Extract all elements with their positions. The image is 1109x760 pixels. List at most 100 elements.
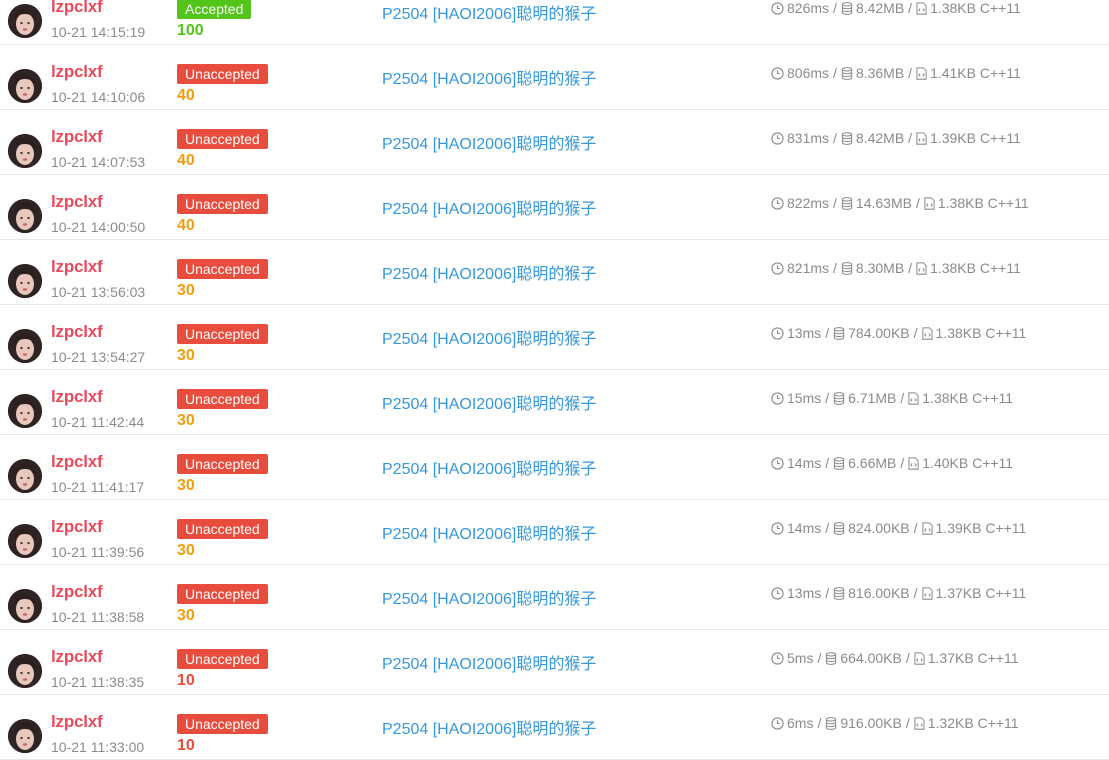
submission-row: lzpclxf 10-21 11:33:00 Unaccepted 10 P25… [0, 695, 1109, 760]
username-link[interactable]: lzpclxf [51, 0, 103, 17]
database-icon [841, 2, 853, 18]
problem-link[interactable]: P2504 [HAOI2006]聪明的猴子 [382, 650, 596, 674]
clock-icon [771, 197, 784, 213]
database-icon [841, 197, 853, 213]
status-badge[interactable]: Unaccepted [177, 649, 268, 669]
submission-row: lzpclxf 10-21 11:38:35 Unaccepted 10 P25… [0, 630, 1109, 695]
problem-link[interactable]: P2504 [HAOI2006]聪明的猴子 [382, 130, 596, 154]
score: 10 [177, 672, 195, 689]
problem-link[interactable]: P2504 [HAOI2006]聪明的猴子 [382, 520, 596, 544]
score: 40 [177, 152, 195, 169]
code-file-icon [921, 327, 933, 343]
status-badge[interactable]: Unaccepted [177, 714, 268, 734]
submission-stats: 806ms/8.36MB/1.41KB C++11 [771, 65, 1021, 83]
code-size[interactable]: 1.32KB C++11 [928, 715, 1019, 731]
submission-row: lzpclxf 10-21 14:07:53 Unaccepted 40 P25… [0, 110, 1109, 175]
memory: 8.30MB [855, 260, 905, 276]
username-link[interactable]: lzpclxf [51, 387, 103, 407]
user-avatar[interactable] [8, 134, 42, 168]
status-badge[interactable]: Accepted [177, 0, 252, 19]
username-link[interactable]: lzpclxf [51, 192, 103, 212]
username-link[interactable]: lzpclxf [51, 257, 103, 277]
submission-row: lzpclxf 10-21 13:54:27 Unaccepted 30 P25… [0, 305, 1109, 370]
user-avatar[interactable] [8, 524, 42, 558]
status-badge[interactable]: Unaccepted [177, 454, 268, 474]
code-size[interactable]: 1.37KB C++11 [928, 650, 1019, 666]
clock-icon [771, 67, 784, 83]
code-size[interactable]: 1.39KB C++11 [936, 520, 1027, 536]
submission-stats: 5ms/664.00KB/1.37KB C++11 [771, 650, 1019, 668]
code-size[interactable]: 1.39KB C++11 [930, 130, 1021, 146]
user-avatar[interactable] [8, 719, 42, 753]
runtime: 14ms [787, 455, 822, 471]
score: 30 [177, 542, 195, 559]
code-size[interactable]: 1.38KB C++11 [930, 0, 1021, 16]
problem-link[interactable]: P2504 [HAOI2006]聪明的猴子 [382, 455, 596, 479]
code-size[interactable]: 1.38KB C++11 [930, 260, 1021, 276]
user-avatar[interactable] [8, 199, 42, 233]
problem-link[interactable]: P2504 [HAOI2006]聪明的猴子 [382, 585, 596, 609]
username-link[interactable]: lzpclxf [51, 322, 103, 342]
clock-icon [771, 587, 784, 603]
code-size[interactable]: 1.40KB C++11 [922, 455, 1013, 471]
problem-link[interactable]: P2504 [HAOI2006]聪明的猴子 [382, 325, 596, 349]
user-avatar[interactable] [8, 4, 42, 38]
user-avatar[interactable] [8, 264, 42, 298]
code-size[interactable]: 1.38KB C++11 [936, 325, 1027, 341]
user-avatar[interactable] [8, 69, 42, 103]
submit-time: 10-21 13:56:03 [51, 284, 146, 300]
runtime: 821ms [787, 260, 830, 276]
submit-time: 10-21 14:00:50 [51, 219, 146, 235]
runtime: 831ms [787, 130, 830, 146]
problem-link[interactable]: P2504 [HAOI2006]聪明的猴子 [382, 195, 596, 219]
status-badge[interactable]: Unaccepted [177, 194, 268, 214]
memory: 14.63MB [855, 195, 912, 211]
status-badge[interactable]: Unaccepted [177, 584, 268, 604]
database-icon [841, 132, 853, 148]
user-avatar[interactable] [8, 589, 42, 623]
user-avatar[interactable] [8, 654, 42, 688]
username-link[interactable]: lzpclxf [51, 712, 103, 732]
user-avatar[interactable] [8, 394, 42, 428]
runtime: 826ms [787, 0, 830, 16]
memory: 8.36MB [855, 65, 905, 81]
code-size[interactable]: 1.41KB C++11 [930, 65, 1021, 81]
username-link[interactable]: lzpclxf [51, 647, 103, 667]
status-badge[interactable]: Unaccepted [177, 519, 268, 539]
score: 10 [177, 737, 195, 754]
status-badge[interactable]: Unaccepted [177, 129, 268, 149]
code-size[interactable]: 1.38KB C++11 [922, 390, 1013, 406]
username-link[interactable]: lzpclxf [51, 127, 103, 147]
score: 30 [177, 477, 195, 494]
user-avatar[interactable] [8, 459, 42, 493]
status-badge[interactable]: Unaccepted [177, 324, 268, 344]
problem-link[interactable]: P2504 [HAOI2006]聪明的猴子 [382, 260, 596, 284]
memory: 6.71MB [848, 390, 897, 406]
problem-link[interactable]: P2504 [HAOI2006]聪明的猴子 [382, 390, 596, 414]
clock-icon [771, 717, 784, 733]
username-link[interactable]: lzpclxf [51, 62, 103, 82]
submit-time: 10-21 11:33:00 [51, 739, 145, 755]
status-badge[interactable]: Unaccepted [177, 64, 268, 84]
username-link[interactable]: lzpclxf [51, 582, 103, 602]
problem-link[interactable]: P2504 [HAOI2006]聪明的猴子 [382, 715, 596, 739]
status-badge[interactable]: Unaccepted [177, 389, 268, 409]
memory: 816.00KB [848, 585, 910, 601]
code-file-icon [921, 587, 933, 603]
separator: / [900, 390, 905, 406]
problem-link[interactable]: P2504 [HAOI2006]聪明的猴子 [382, 0, 596, 24]
user-avatar[interactable] [8, 329, 42, 363]
code-file-icon [914, 717, 925, 733]
username-link[interactable]: lzpclxf [51, 452, 103, 472]
problem-link[interactable]: P2504 [HAOI2006]聪明的猴子 [382, 65, 596, 89]
status-badge[interactable]: Unaccepted [177, 259, 268, 279]
runtime: 13ms [787, 325, 822, 341]
username-link[interactable]: lzpclxf [51, 517, 103, 537]
memory: 8.42MB [855, 0, 905, 16]
clock-icon [771, 457, 784, 473]
code-size[interactable]: 1.38KB C++11 [938, 195, 1029, 211]
code-file-icon [916, 2, 927, 18]
code-size[interactable]: 1.37KB C++11 [936, 585, 1027, 601]
score: 100 [177, 22, 204, 39]
memory: 8.42MB [855, 130, 905, 146]
